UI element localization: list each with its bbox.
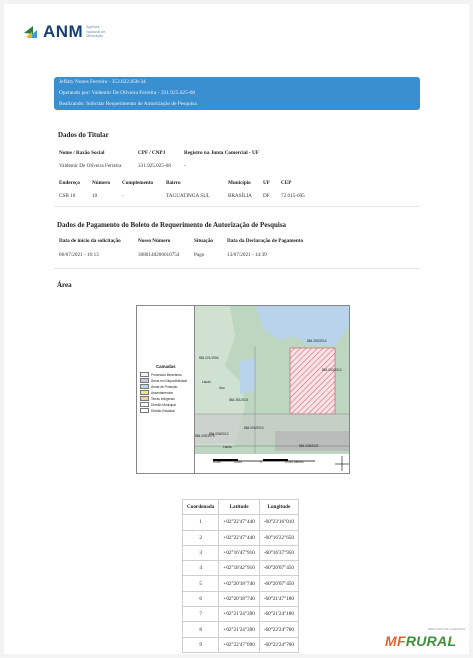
legend-swatch [140, 378, 149, 383]
header-complemento: Complemento [122, 180, 154, 186]
map-label: 884.005/1975 [195, 434, 215, 438]
pagamento-title: Dados de Pagamento do Boleto de Requerim… [57, 221, 287, 229]
watermark-subtitle: MERCADO DE FAZENDAS [428, 627, 466, 631]
titular-title: Dados do Titular [58, 131, 109, 139]
area-title: Área [57, 281, 72, 289]
col-latitude: Latitude [218, 498, 260, 516]
map-label: Laudo [202, 380, 211, 384]
map-label: Uso [219, 386, 225, 390]
col-longitude: Longitude [258, 498, 300, 516]
value-nosso-numero: 308014020061075­4 [138, 252, 180, 258]
header-endereco: Endereço [59, 180, 80, 186]
value-bairro: TAGUATINGA SUL [166, 193, 211, 199]
value-data-inicio: 06/07/2021 - 16:13 [59, 252, 99, 258]
table-row: 2 +02°22'47"440 -60°16'22"650 [181, 529, 300, 546]
legend-swatch [140, 372, 149, 377]
banner-operator: Operando por: Valdemir De Oliveira Ferre… [59, 90, 195, 96]
header-bairro: Bairro [166, 180, 181, 186]
value-data-declaracao: 13/07/2021 - 14:39 [227, 252, 267, 258]
table-header-row: Coordenada Latitude Longitude [181, 498, 300, 516]
legend-swatch [140, 402, 149, 407]
header-uf: UF [263, 180, 270, 186]
legend-item: Divisão Municipal [140, 402, 176, 407]
table-row: 5 +02°20'18"740 -60°20'07"450 [181, 575, 300, 592]
header-nosso-numero: Nosso Número [138, 238, 171, 244]
header-municipio: Município [228, 180, 251, 186]
value-uf: DF [263, 193, 270, 199]
legend-item: Processos Minerários [140, 372, 182, 377]
header-situacao: Situação [194, 238, 214, 244]
map-label: 884.250/2014 [307, 339, 327, 343]
map-label: 884.021/1994 [199, 356, 219, 360]
header-data-inicio: Data de início da solicitação [59, 238, 121, 244]
map-legend: Camadas Processos Minerários Áreas em Di… [137, 306, 195, 473]
legend-swatch [140, 396, 149, 401]
value-registro: - [184, 163, 186, 169]
legend-item: Terras Indígenas [140, 396, 175, 401]
col-coordenada: Coordenada [181, 498, 220, 516]
scale-label: 3.025 [234, 460, 242, 464]
legend-swatch [140, 408, 149, 413]
table-row: 3 +02°16'47"910 -60°16'37"950 [181, 544, 300, 562]
brand-name: ANM [43, 22, 84, 41]
value-cep: 72.015-605 [281, 193, 305, 199]
header-numero: Número [92, 180, 111, 186]
map-label: 884.351/2021 [229, 398, 249, 402]
banner-action: Realizando: Solicitar Requerimento de Au… [59, 101, 197, 107]
legend-item: Divisão Estadual [140, 408, 175, 413]
legend-item: Áreas em Disponibilidade [140, 378, 187, 383]
anm-logo-icon [24, 24, 40, 40]
header-data-declaracao: Data da Declaração de Pagamento [227, 238, 304, 244]
map-label: 884.008/2021 [299, 444, 319, 448]
header-cep: CEP [281, 180, 292, 186]
scale-label: 0 [260, 460, 262, 464]
map-label: 884.003/2010 [244, 426, 264, 430]
value-cpf: 331.925.025-68 [138, 163, 171, 169]
table-row: 8 +02°21'24"390 -60°22'24"700 [181, 621, 300, 638]
coordinates-table: Coordenada Latitude Longitude 1 +02°22'47… [181, 498, 300, 653]
table-row: 6 +02°20'18"740 -60°21'47"180 [181, 590, 300, 608]
anm-logo: ANM Agência Nacional de Mineração [24, 22, 116, 42]
legend-swatch [140, 384, 149, 389]
table-row: 9 +02°22'47"090 -60°22'24"700 [181, 636, 300, 653]
scale-label: 6.050 [213, 460, 221, 464]
legend-swatch [140, 390, 149, 395]
area-map: Camadas Processos Minerários Áreas em Di… [136, 305, 350, 474]
section-divider [54, 268, 420, 269]
legend-item: Assentamentos [140, 390, 173, 395]
value-nome: Valdemir De Oliveira Ferreira [59, 163, 122, 169]
value-municipio: BRASÍLIA [228, 193, 252, 199]
header-cpf: CPF / CNPJ [138, 150, 166, 156]
scale-label: 6.050 Metros [285, 460, 304, 464]
brand-tagline: Agência Nacional de Mineração [86, 25, 106, 39]
header-nome: Nome / Razão Social [59, 150, 105, 156]
value-numero: 10 [92, 193, 98, 199]
banner-user: Jeffaty Nunes Ferreira - 353.822.858-34 [59, 79, 146, 85]
legend-item: Áreas de Proteção [140, 384, 177, 389]
session-banner: Jeffaty Nunes Ferreira - 353.822.858-34 … [54, 77, 420, 110]
table-row: 1 +02°22'47"440 -60°23'16"010 [181, 514, 300, 531]
mfrural-watermark: MFRURAL [385, 633, 457, 649]
header-registro: Registro na Junta Comercial - UF [184, 150, 259, 156]
table-row: 4 +02°18'42"910 -60°20'07"450 [181, 560, 300, 577]
value-situacao: Pago [194, 252, 205, 258]
map-label: Laudo [223, 445, 232, 449]
map-label: 884.050/2013 [322, 368, 342, 372]
legend-title: Camadas [156, 364, 176, 369]
value-endereco: CSB 10 [59, 193, 76, 199]
value-complemento: - [122, 193, 124, 199]
table-row: 7 +02°21'24"390 -60°21'24"180 [181, 606, 300, 623]
section-divider [54, 206, 420, 207]
